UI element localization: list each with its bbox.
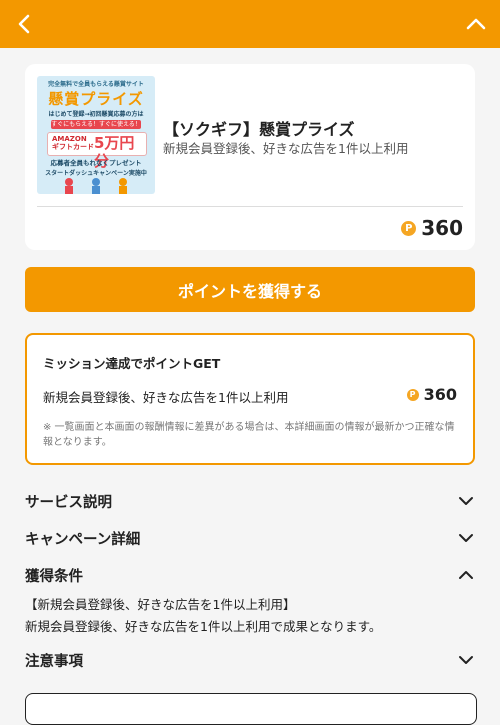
offer-points: P 360 [401, 216, 463, 240]
banner-top-text: 完全無料で全員もらえる懸賞サイト [48, 81, 144, 88]
mission-note: ※ 一覧画面と本画面の報酬情報に差異がある場合は、本詳細画面の情報が最新かつ正確… [43, 422, 455, 448]
card-divider [37, 206, 463, 207]
chevron-down-icon [457, 492, 475, 510]
section-notes[interactable]: 注意事項 [25, 647, 475, 673]
section-label: サービス説明 [25, 494, 112, 511]
chevron-down-icon [457, 651, 475, 669]
banner-gift-brand: AMAZON [52, 135, 87, 143]
section-campaign-details[interactable]: キャンペーン詳細 [25, 525, 475, 551]
offer-subtitle: 新規会員登録後、好きな広告を1件以上利用 [163, 141, 409, 156]
mission-condition: 新規会員登録後、好きな広告を1件以上利用 [43, 390, 289, 405]
banner-ribbon: すぐにもらえる！すぐに使える！ [51, 120, 141, 129]
section-label: キャンペーン詳細 [25, 531, 141, 548]
offer-card: 完全無料で全員もらえる懸賞サイト 懸賞プライズ はじめて登録→初回懸賞応募の方は… [25, 64, 475, 250]
banner-all-text: 応募者全員もれなくプレゼント [50, 159, 142, 167]
mission-points-value: 360 [423, 385, 457, 404]
mission-title: ミッション達成でポイントGET [43, 356, 221, 371]
section-acquisition-conditions[interactable]: 獲得条件 [25, 562, 475, 588]
mission-points: P 360 [406, 385, 457, 404]
banner-gift-card: AMAZON ギフトカード 5万円分 [47, 132, 147, 170]
collapse-button[interactable] [452, 0, 500, 48]
bottom-outlined-button[interactable] [25, 693, 477, 725]
acquisition-conditions-body: 【新規会員登録後、好きな広告を1件以上利用】 新規会員登録後、好きな広告を1件以… [25, 594, 475, 638]
offer-banner-image: 完全無料で全員もらえる懸賞サイト 懸賞プライズ はじめて登録→初回懸賞応募の方は… [37, 76, 155, 194]
banner-figures [65, 178, 127, 194]
point-coin-icon: P [406, 388, 419, 401]
chevron-left-icon [18, 14, 30, 34]
chevron-up-icon [457, 566, 475, 584]
section-label: 獲得条件 [25, 568, 83, 585]
section-service-description[interactable]: サービス説明 [25, 488, 475, 514]
header-bar [0, 0, 500, 48]
banner-line: はじめて登録→初回懸賞応募の方は [48, 111, 144, 118]
get-points-button[interactable]: ポイントを獲得する [25, 267, 475, 312]
back-button[interactable] [0, 0, 48, 48]
offer-points-value: 360 [421, 216, 463, 240]
chevron-down-icon [457, 529, 475, 547]
banner-title: 懸賞プライズ [48, 90, 144, 108]
banner-gift-card-label: ギフトカード [52, 143, 94, 151]
section-label: 注意事項 [25, 653, 83, 670]
acquisition-heading: 【新規会員登録後、好きな広告を1件以上利用】 [25, 597, 296, 612]
offer-title: 【ソクギフ】懸賞プライズ [163, 120, 355, 139]
acquisition-text: 新規会員登録後、好きな広告を1件以上利用で成果となります。 [25, 619, 382, 634]
mission-box: ミッション達成でポイントGET 新規会員登録後、好きな広告を1件以上利用 P 3… [25, 333, 475, 465]
chevron-up-icon [466, 18, 486, 30]
point-coin-icon: P [401, 220, 417, 236]
